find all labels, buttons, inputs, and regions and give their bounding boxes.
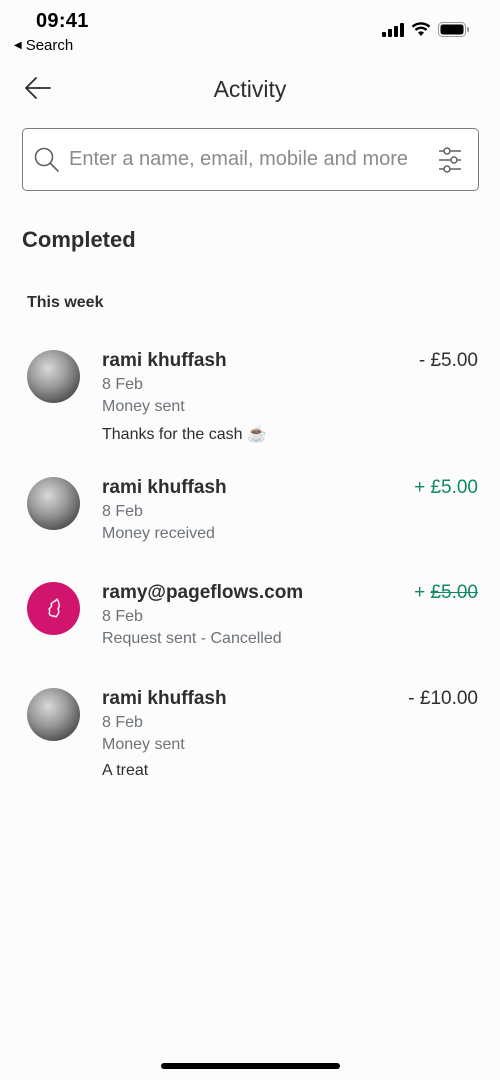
transaction-name: rami khuffash xyxy=(102,477,227,498)
initial-icon xyxy=(47,597,60,618)
transaction-date: 8 Feb xyxy=(102,714,143,731)
sliders-icon[interactable] xyxy=(436,145,464,175)
transaction-type: Money sent xyxy=(102,736,185,753)
transaction-note: A treat xyxy=(102,762,149,779)
amount-value: £10.00 xyxy=(419,688,478,709)
search-input[interactable] xyxy=(69,148,419,171)
signal-icon xyxy=(382,22,404,37)
transaction-date: 8 Feb xyxy=(102,376,143,393)
status-time: 09:41 xyxy=(36,10,89,32)
amount-value-cancelled: £5.00 xyxy=(430,582,478,603)
avatar xyxy=(27,477,80,530)
transaction-amount: + £5.00 xyxy=(414,477,478,499)
transaction-type: Money sent xyxy=(102,398,185,415)
transaction-item[interactable]: ramy@pageflows.com 8 Feb Request sent - … xyxy=(0,582,500,652)
transaction-type: Money received xyxy=(102,525,215,542)
group-title: This week xyxy=(27,294,104,311)
back-to-app-label: Search xyxy=(25,37,74,54)
battery-icon xyxy=(438,22,469,37)
section-title: Completed xyxy=(22,227,136,252)
back-triangle-icon: ◀ xyxy=(14,40,22,51)
transaction-item[interactable]: rami khuffash 8 Feb Money received + £5.… xyxy=(0,477,500,547)
back-to-app-link[interactable]: ◀ Search xyxy=(14,37,73,54)
transaction-name: rami khuffash xyxy=(102,350,227,371)
amount-sign: - xyxy=(408,688,415,709)
transaction-amount: + £5.00 xyxy=(414,582,478,604)
amount-sign: - xyxy=(418,350,426,371)
avatar xyxy=(27,582,80,635)
transaction-item[interactable]: rami khuffash 8 Feb Money sent Thanks fo… xyxy=(0,350,500,450)
avatar xyxy=(27,350,80,403)
amount-sign: + xyxy=(414,582,426,603)
transaction-name: rami khuffash xyxy=(102,688,227,709)
amount-value: £5.00 xyxy=(430,350,478,371)
search-box[interactable] xyxy=(22,128,479,191)
amount-value: £5.00 xyxy=(430,477,478,498)
transaction-name: ramy@pageflows.com xyxy=(102,582,304,603)
home-indicator[interactable] xyxy=(161,1063,340,1069)
wifi-icon xyxy=(411,22,431,36)
status-bar: 09:41 ◀ Search xyxy=(0,0,500,60)
search-icon xyxy=(34,147,59,172)
transaction-amount: - £5.00 xyxy=(419,350,478,372)
transaction-item[interactable]: rami khuffash 8 Feb Money sent A treat -… xyxy=(0,688,500,788)
amount-sign: + xyxy=(414,477,426,498)
transaction-date: 8 Feb xyxy=(102,608,143,625)
transaction-note: Thanks for the cash ☕ xyxy=(102,426,267,443)
transaction-date: 8 Feb xyxy=(102,503,143,520)
transaction-amount: - £10.00 xyxy=(408,688,478,710)
avatar xyxy=(27,688,80,741)
nav-bar: Activity xyxy=(0,62,500,118)
page-title: Activity xyxy=(213,76,287,102)
status-icons xyxy=(382,22,470,37)
transaction-type: Request sent - Cancelled xyxy=(102,630,282,647)
